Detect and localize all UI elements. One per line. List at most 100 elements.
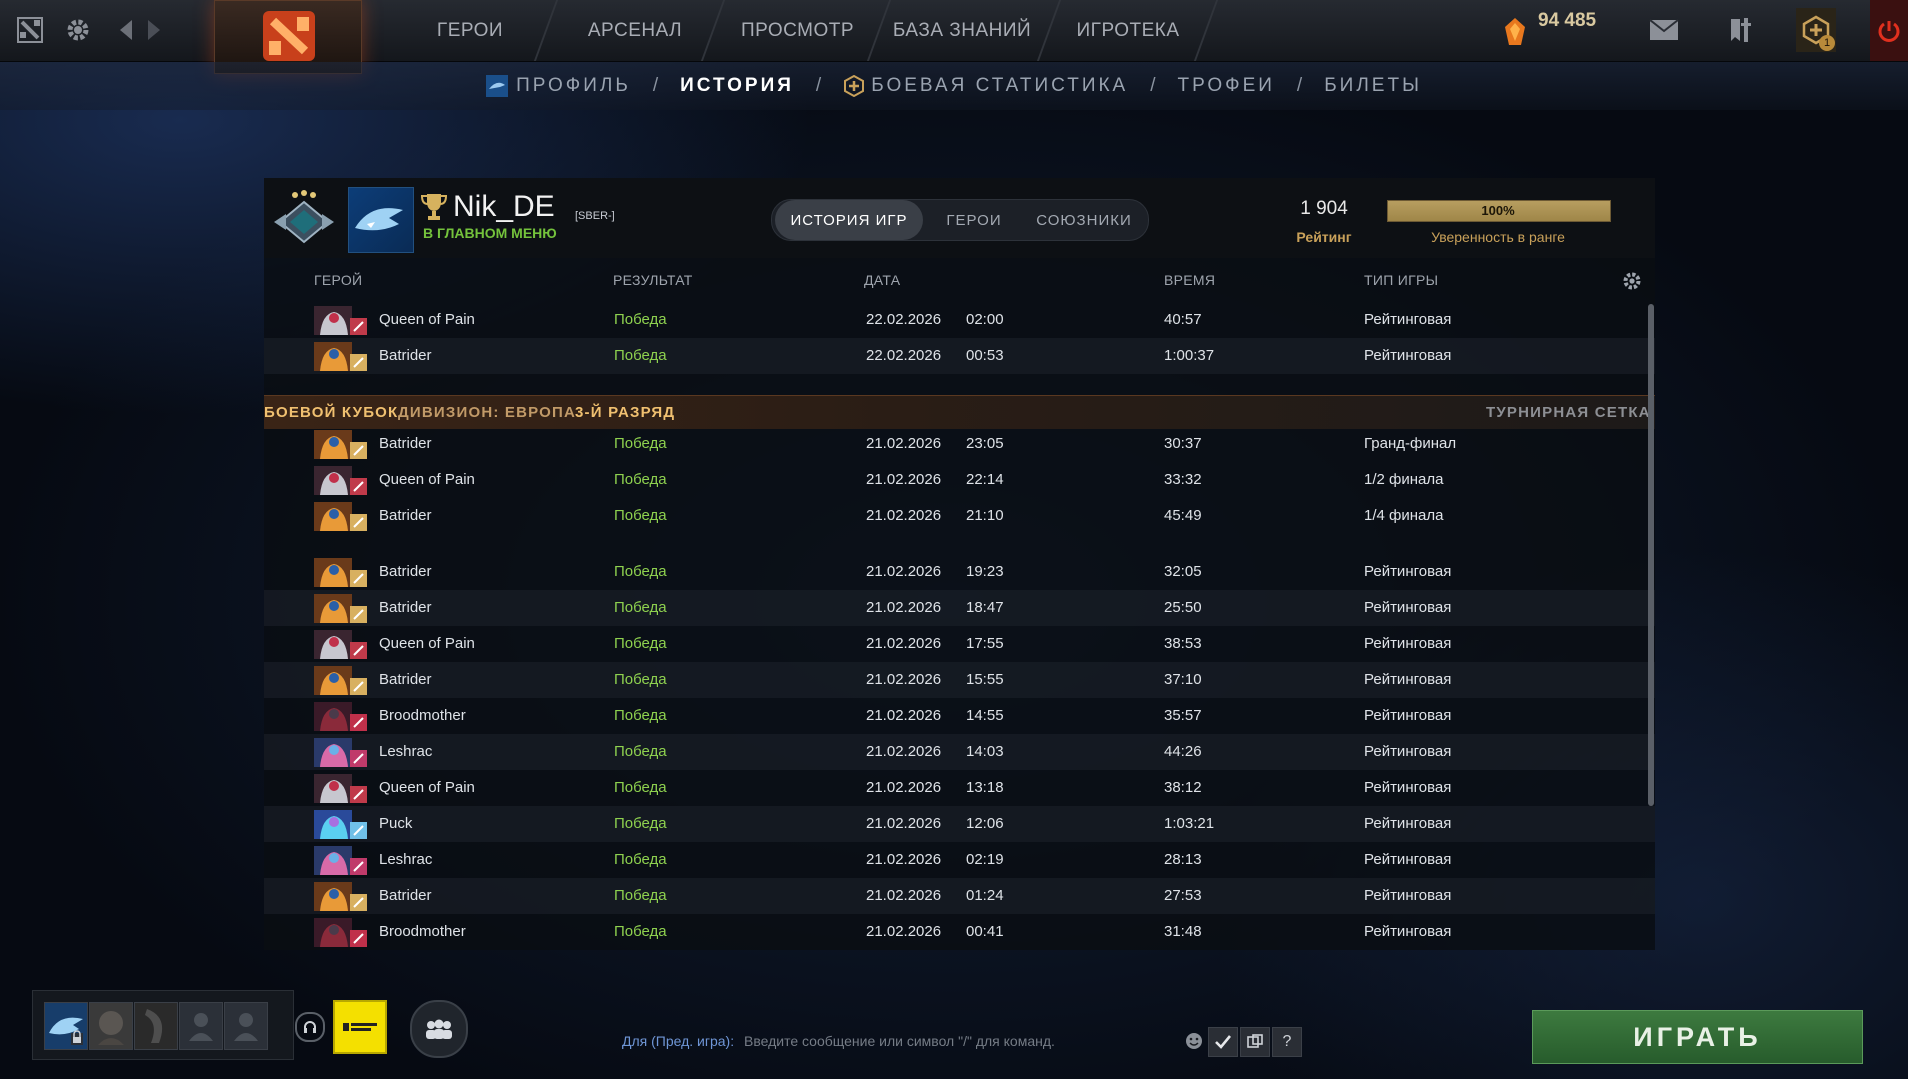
gear-icon[interactable] [1621, 270, 1643, 297]
avatar[interactable] [348, 187, 414, 253]
table-row[interactable]: Batrider Победа 21.02.2026 18:47 25:50 Рейтин… [264, 590, 1655, 626]
subnav-profile[interactable]: ПРОФИЛЬ [486, 75, 631, 97]
table-row[interactable]: Batrider Победа 21.02.2026 01:24 27:53 Рейтин… [264, 878, 1655, 914]
table-row[interactable]: Queen of Pain Победа 21.02.2026 22:14 33:32 1… [264, 462, 1655, 498]
hero-name: Queen of Pain [379, 779, 475, 796]
dota-plus-icon[interactable]: 1 [1796, 8, 1836, 52]
column-hero[interactable]: ГЕРОЙ [314, 272, 362, 288]
table-row[interactable]: Puck Победа 21.02.2026 12:06 1:03:21 Рейтинго… [264, 806, 1655, 842]
match-duration: 32:05 [1164, 563, 1202, 580]
table-row[interactable]: Batrider Победа 21.02.2026 15:55 37:10 Рейтин… [264, 662, 1655, 698]
mail-icon[interactable] [1646, 12, 1682, 48]
player-team-tag: [SBER-] [575, 210, 615, 222]
hero-name: Batrider [379, 563, 432, 580]
match-result: Победа [614, 887, 667, 904]
emoticon-icon[interactable] [1180, 1027, 1208, 1055]
trophy-icon [420, 194, 448, 220]
match-duration: 45:49 [1164, 507, 1202, 524]
chat-input[interactable]: Введите сообщение или символ "/" для ком… [744, 1033, 1055, 1049]
table-row[interactable]: Broodmother Победа 21.02.2026 14:55 35:57 Рей… [264, 698, 1655, 734]
forward-arrow-icon[interactable] [140, 12, 168, 48]
column-date[interactable]: ДАТА [864, 272, 900, 288]
hero-portrait-icon [314, 738, 367, 767]
tab-heroes[interactable]: ГЕРОИ [928, 200, 1020, 240]
column-game-mode[interactable]: ТИП ИГРЫ [1364, 272, 1438, 288]
match-date: 21.02.2026 [866, 435, 942, 452]
match-start-time: 14:55 [966, 707, 1004, 724]
dota-plus-small-icon [844, 75, 865, 97]
match-start-time: 02:00 [966, 311, 1004, 328]
nav-arcade[interactable]: ИГРОТЕКА [1068, 0, 1188, 61]
cup-bracket-link[interactable]: ТУРНИРНАЯ СЕТКА [1486, 404, 1651, 421]
nav-knowledge-base[interactable]: БАЗА ЗНАНИЙ [888, 0, 1036, 61]
match-list-scrollbar[interactable] [1648, 304, 1654, 806]
hero-name: Batrider [379, 435, 432, 452]
tab-match-history[interactable]: ИСТОРИЯ ИГР [775, 200, 923, 240]
match-start-time: 01:24 [966, 887, 1004, 904]
table-row[interactable]: Queen of Pain Победа 22.02.2026 02:00 40:57 Р… [264, 302, 1655, 338]
match-duration: 31:48 [1164, 923, 1202, 940]
party-slot-empty[interactable] [224, 1002, 268, 1050]
tab-allies[interactable]: СОЮЗНИКИ [1022, 200, 1146, 240]
cup-title: БОЕВОЙ КУБОК [264, 404, 399, 421]
match-start-time: 21:10 [966, 507, 1004, 524]
table-row[interactable]: Leshrac Победа 21.02.2026 14:03 44:26 Рейтинг… [264, 734, 1655, 770]
player-status: В ГЛАВНОМ МЕНЮ [423, 225, 557, 241]
table-row[interactable]: Batrider Победа 21.02.2026 23:05 30:37 Гранд-… [264, 426, 1655, 462]
gear-icon[interactable] [60, 12, 96, 48]
match-result: Победа [614, 707, 667, 724]
power-icon[interactable] [1870, 0, 1908, 61]
subnav-tickets[interactable]: БИЛЕТЫ [1324, 75, 1422, 97]
armory-icon[interactable] [1724, 12, 1760, 48]
match-start-time: 13:18 [966, 779, 1004, 796]
hero-portrait-icon [314, 882, 367, 911]
nav-arsenal[interactable]: АРСЕНАЛ [575, 0, 695, 61]
table-row[interactable]: Leshrac Победа 21.02.2026 02:19 28:13 Рейтинг… [264, 842, 1655, 878]
match-duration: 25:50 [1164, 599, 1202, 616]
subnav-battle-stats[interactable]: БОЕВАЯ СТАТИСТИКА [843, 75, 1128, 97]
subnav-history[interactable]: ИСТОРИЯ [680, 75, 794, 97]
friends-icon[interactable] [410, 1000, 468, 1058]
subnav-trophies[interactable]: ТРОФЕИ [1178, 75, 1275, 97]
column-result[interactable]: РЕЗУЛЬТАТ [613, 272, 693, 288]
party-slot-self[interactable] [44, 1002, 88, 1050]
battle-cup-banner: БОЕВОЙ КУБОК ДИВИЗИОН: ЕВРОПА 3-Й РАЗРЯД… [264, 395, 1655, 429]
match-date: 21.02.2026 [866, 707, 942, 724]
voice-chat-icon[interactable] [295, 1012, 325, 1042]
ready-check-icon[interactable] [1208, 1027, 1238, 1057]
match-start-time: 00:53 [966, 347, 1004, 364]
nav-heroes[interactable]: ГЕРОИ [420, 0, 520, 61]
hero-portrait-icon [314, 774, 367, 803]
table-row[interactable]: Queen of Pain Победа 21.02.2026 17:55 38:53 Р… [264, 626, 1655, 662]
hero-name: Puck [379, 815, 413, 832]
player-name: Nik_DE [453, 190, 555, 223]
hero-name: Batrider [379, 347, 432, 364]
hero-name: Batrider [379, 671, 432, 688]
dota-menu-icon[interactable] [12, 12, 48, 48]
guild-emblem-icon[interactable] [333, 1000, 387, 1054]
chat-help-button[interactable]: ? [1272, 1027, 1302, 1057]
table-row[interactable]: Queen of Pain Победа 21.02.2026 13:18 38:12 Р… [264, 770, 1655, 806]
party-slot-recent-hero[interactable] [134, 1002, 178, 1050]
match-result: Победа [614, 743, 667, 760]
nav-watch[interactable]: ПРОСМОТР [735, 0, 860, 61]
match-duration: 38:53 [1164, 635, 1202, 652]
match-result: Победа [614, 671, 667, 688]
match-duration: 30:37 [1164, 435, 1202, 452]
party-slot-recent-hero[interactable] [89, 1002, 133, 1050]
match-start-time: 12:06 [966, 815, 1004, 832]
table-row[interactable]: Batrider Победа 21.02.2026 19:23 32:05 Рейтин… [264, 554, 1655, 590]
column-duration[interactable]: ВРЕМЯ [1164, 272, 1215, 288]
roll-dice-icon[interactable] [1240, 1027, 1270, 1057]
table-row[interactable]: Batrider Победа 22.02.2026 00:53 1:00:37 Рейт… [264, 338, 1655, 374]
chat-channel-label[interactable]: Для (Пред. игра): [622, 1033, 734, 1049]
table-row[interactable]: Batrider Победа 21.02.2026 21:10 45:49 1/4 фи… [264, 498, 1655, 534]
party-slot-empty[interactable] [179, 1002, 223, 1050]
match-date: 21.02.2026 [866, 779, 942, 796]
game-mode: Рейтинговая [1364, 563, 1452, 580]
hero-portrait-icon [314, 666, 367, 695]
play-button[interactable]: ИГРАТЬ [1532, 1010, 1863, 1064]
back-arrow-icon[interactable] [112, 12, 140, 48]
table-row[interactable]: Broodmother Победа 21.02.2026 00:41 31:48 Рей… [264, 914, 1655, 950]
match-start-time: 00:41 [966, 923, 1004, 940]
